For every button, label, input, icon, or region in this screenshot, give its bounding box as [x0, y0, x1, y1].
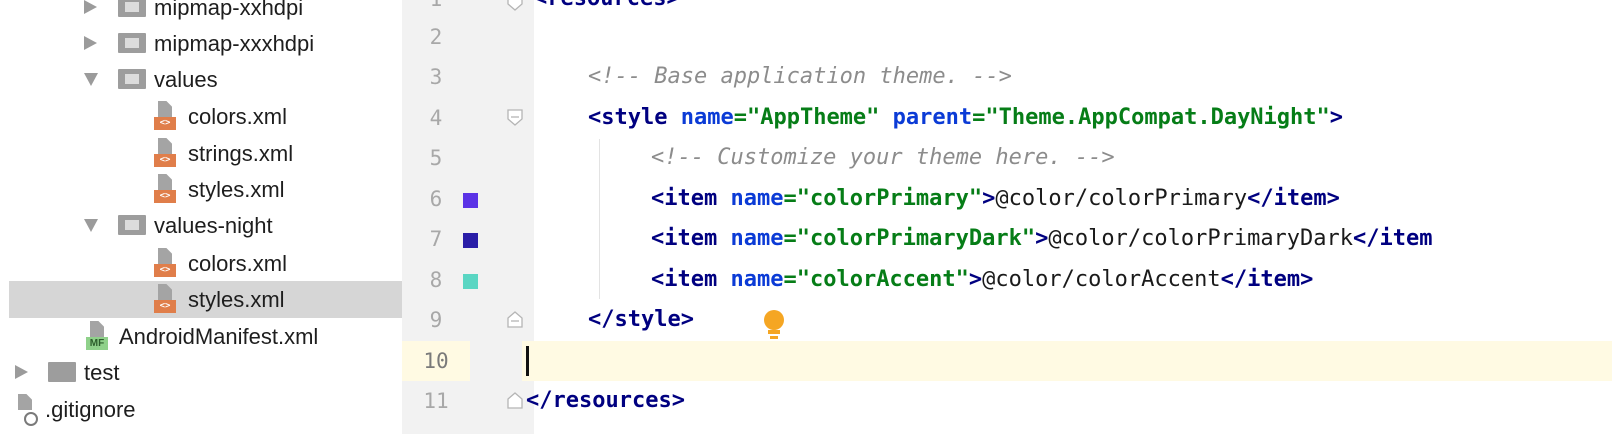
- manifest-file-icon: MF: [86, 321, 108, 351]
- tree-item-label: strings.xml: [188, 141, 294, 166]
- tree-item-label: test: [84, 360, 120, 385]
- tree-item-styles-xml[interactable]: <> styles.xml: [0, 171, 414, 208]
- tree-item-values-night[interactable]: values-night: [0, 207, 414, 244]
- fold-marker-icon[interactable]: [507, 0, 523, 12]
- xml-file-icon: <>: [154, 248, 176, 278]
- tree-item-test[interactable]: test: [0, 354, 414, 391]
- line-number[interactable]: 6: [402, 179, 470, 219]
- expand-arrow-icon[interactable]: [84, 36, 97, 50]
- indent-guide: [599, 139, 600, 299]
- line-number-current[interactable]: 10: [402, 341, 470, 381]
- tree-item-label: values-night: [154, 213, 273, 238]
- line-number[interactable]: 3: [402, 57, 470, 97]
- resource-folder-icon: [118, 33, 146, 53]
- xml-file-icon: <>: [154, 174, 176, 204]
- tree-item-gitignore[interactable]: .gitignore: [0, 391, 414, 428]
- color-swatch-icon[interactable]: [463, 274, 478, 289]
- resource-folder-icon: [118, 69, 146, 89]
- tree-item-label: AndroidManifest.xml: [119, 324, 319, 349]
- tree-item-label: values: [154, 67, 218, 92]
- line-number[interactable]: 7: [402, 219, 470, 259]
- line-number[interactable]: 5: [402, 138, 470, 178]
- tree-item-label: mipmap-xxxhdpi: [154, 31, 315, 56]
- xml-file-icon: <>: [154, 284, 176, 314]
- code-line-9[interactable]: </style>: [588, 300, 694, 340]
- line-number[interactable]: 9: [402, 300, 470, 340]
- code-line-11[interactable]: </resources>: [526, 381, 685, 421]
- resource-folder-icon: [118, 0, 146, 17]
- git-file-icon: [14, 394, 38, 426]
- color-swatch-icon[interactable]: [463, 233, 478, 248]
- lightbulb-icon[interactable]: [763, 310, 785, 344]
- fold-marker-icon[interactable]: [507, 391, 523, 409]
- fold-marker-icon[interactable]: [507, 310, 523, 328]
- tree-item-android-manifest[interactable]: MF AndroidManifest.xml: [0, 318, 414, 355]
- text-caret: [526, 346, 529, 376]
- code-line-5[interactable]: <!-- Customize your theme here. -->: [651, 138, 1115, 178]
- fold-marker-icon[interactable]: [507, 109, 523, 127]
- expand-arrow-icon[interactable]: [15, 365, 28, 379]
- tree-item-label: styles.xml: [188, 287, 285, 312]
- xml-file-icon: <>: [154, 101, 176, 131]
- tree-item-mipmap-xxhdpi[interactable]: mipmap-xxhdpi: [0, 0, 414, 26]
- line-number[interactable]: 11: [402, 381, 470, 421]
- code-line-8[interactable]: <item name="colorAccent">@color/colorAcc…: [651, 260, 1313, 300]
- tree-item-night-colors-xml[interactable]: <> colors.xml: [0, 245, 414, 282]
- line-number[interactable]: 2: [402, 17, 470, 57]
- xml-file-icon: <>: [154, 138, 176, 168]
- tree-item-night-styles-xml[interactable]: <> styles.xml: [9, 281, 414, 318]
- line-number[interactable]: 4: [402, 98, 470, 138]
- folder-icon: [48, 362, 76, 382]
- expand-arrow-icon[interactable]: [84, 0, 97, 14]
- code-line-6[interactable]: <item name="colorPrimary">@color/colorPr…: [651, 179, 1340, 219]
- current-line-highlight: [522, 341, 1612, 381]
- tree-item-label: colors.xml: [188, 251, 288, 276]
- tree-item-label: .gitignore: [45, 397, 136, 422]
- collapse-arrow-icon[interactable]: [84, 73, 98, 86]
- resource-folder-icon: [118, 215, 146, 235]
- code-line-3[interactable]: <!-- Base application theme. -->: [588, 57, 1012, 97]
- collapse-arrow-icon[interactable]: [84, 219, 98, 232]
- code-line-1[interactable]: <resources>: [534, 0, 680, 19]
- tree-item-label: styles.xml: [188, 177, 285, 202]
- color-swatch-icon[interactable]: [463, 193, 478, 208]
- tree-item-mipmap-xxxhdpi[interactable]: mipmap-xxxhdpi: [0, 25, 414, 62]
- tree-item-values[interactable]: values: [0, 61, 414, 98]
- tree-item-colors-xml[interactable]: <> colors.xml: [0, 98, 414, 135]
- code-line-7[interactable]: <item name="colorPrimaryDark">@color/col…: [651, 219, 1433, 259]
- tree-item-strings-xml[interactable]: <> strings.xml: [0, 135, 414, 172]
- project-tree: mipmap-xxhdpi mipmap-xxxhdpi values <> c…: [0, 0, 414, 434]
- tree-item-label: colors.xml: [188, 104, 288, 129]
- tree-item-label: mipmap-xxhdpi: [154, 0, 304, 20]
- code-line-4[interactable]: <style name="AppTheme" parent="Theme.App…: [588, 98, 1343, 138]
- line-number[interactable]: 8: [402, 260, 470, 300]
